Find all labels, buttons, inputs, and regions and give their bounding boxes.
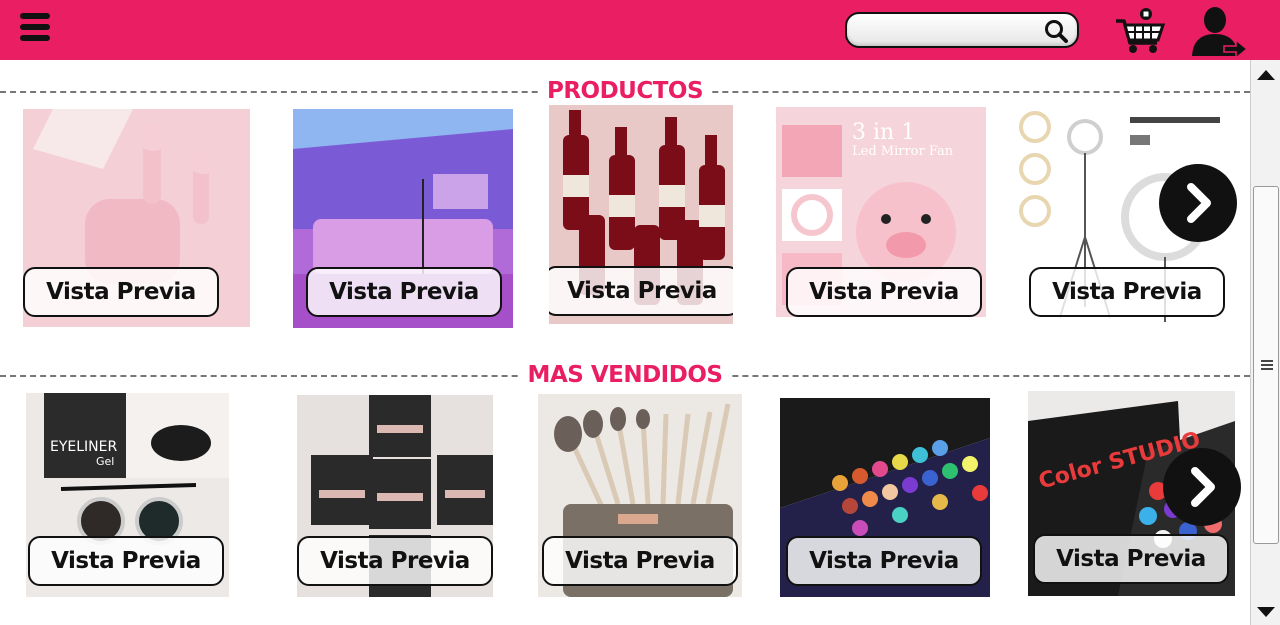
eyeliner-title: EYELINER [50,439,117,455]
product-card[interactable]: Vista Previa [293,109,513,328]
preview-button[interactable]: Vista Previa [549,266,733,316]
scroll-down-icon[interactable] [1254,599,1278,623]
preview-button[interactable]: Vista Previa [786,536,982,586]
preview-button[interactable]: Vista Previa [542,536,738,586]
preview-button[interactable]: Vista Previa [786,267,982,317]
shopping-cart-icon[interactable] [1113,5,1165,55]
preview-button[interactable]: Vista Previa [28,536,224,586]
preview-button[interactable]: Vista Previa [306,267,502,317]
product-card[interactable]: Vista Previa [297,395,493,597]
preview-button[interactable]: Vista Previa [23,267,219,317]
product-carousel-mas-vendidos: EYELINER Gel Vista Previa Vista Previa V… [0,388,1250,618]
section-header-mas-vendidos: MAS VENDIDOS [0,360,1250,390]
carousel-next-button[interactable] [1163,448,1241,526]
product-card[interactable]: Vista Previa [549,105,733,324]
product-carousel-productos: Vista Previa Vista Previa Vista Previa 3… [0,104,1250,334]
preview-button[interactable]: Vista Previa [297,536,493,586]
preview-button[interactable]: Vista Previa [1029,267,1225,317]
section-title: PRODUCTOS [538,76,712,106]
product-card[interactable]: Vista Previa [23,109,250,327]
carousel-next-button[interactable] [1159,164,1237,242]
product-card[interactable]: 3 in 1 Led Mirror Fan Vista Previa [776,107,986,317]
section-title: MAS VENDIDOS [519,360,731,390]
mirror-fan-subtitle: Led Mirror Fan [852,144,954,159]
hamburger-menu-icon[interactable] [20,13,50,45]
eyeliner-subtitle: Gel [96,455,114,468]
section-header-productos: PRODUCTOS [0,76,1250,106]
top-navigation-bar [0,0,1280,60]
product-card[interactable]: Vista Previa [780,398,990,597]
vertical-scrollbar[interactable] [1250,60,1280,625]
user-logout-icon[interactable] [1190,4,1248,58]
search-input[interactable] [857,20,1042,42]
product-card[interactable]: Vista Previa [538,394,742,597]
product-card[interactable]: EYELINER Gel Vista Previa [26,393,229,597]
chevron-right-icon [1191,467,1215,507]
mirror-fan-title: 3 in 1 [852,120,915,145]
scroll-up-icon[interactable] [1254,64,1278,88]
chevron-right-icon [1187,183,1211,223]
preview-button[interactable]: Vista Previa [1033,534,1229,584]
search-icon[interactable] [1043,18,1069,44]
grip-icon [1261,360,1273,372]
scrollbar-thumb[interactable] [1253,186,1279,544]
search-box[interactable] [845,12,1079,48]
